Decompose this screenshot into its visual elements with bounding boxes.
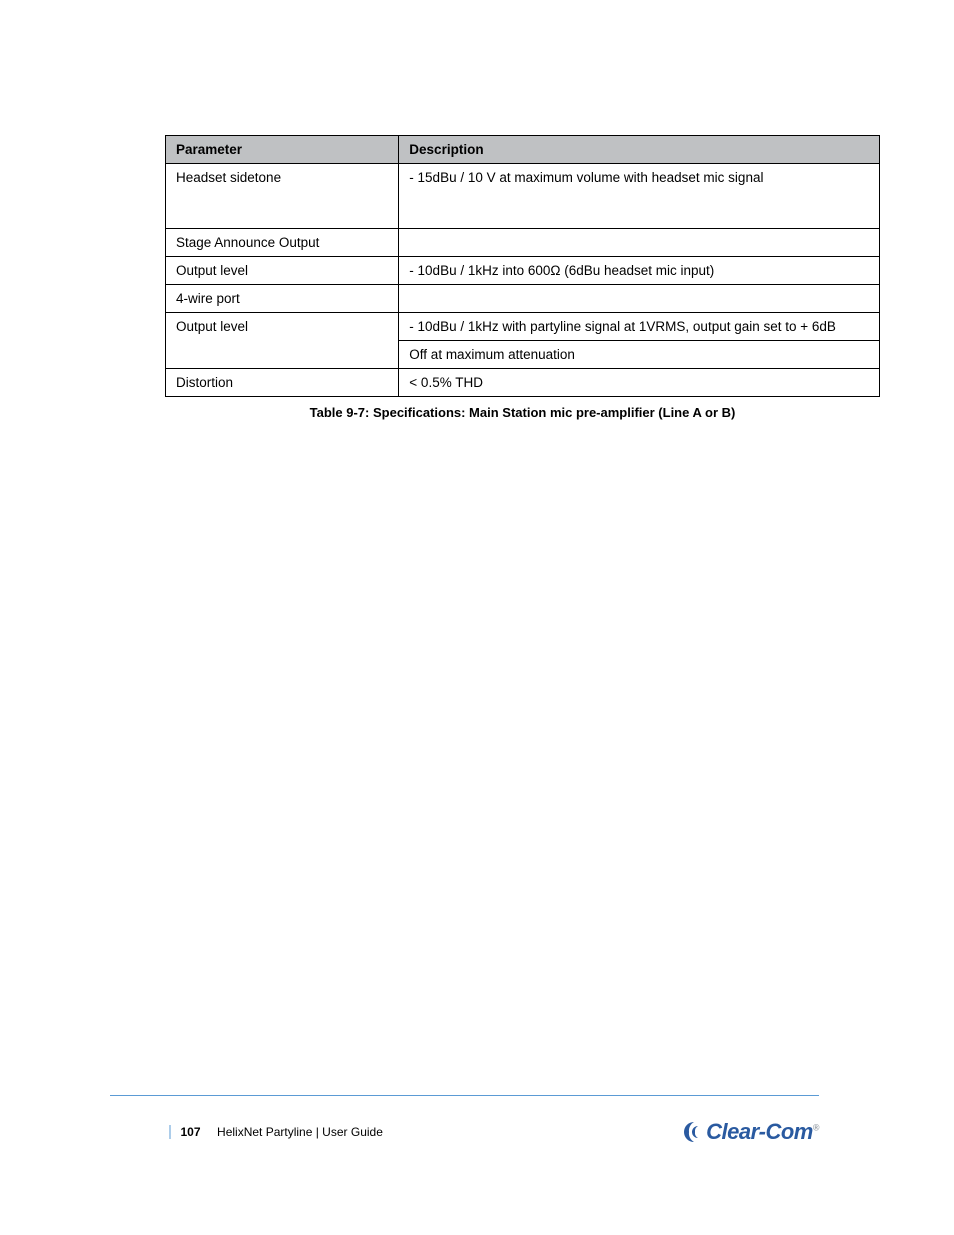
content-block: Parameter Description Headset sidetone -…	[170, 135, 870, 420]
table-row: Output level - 10dBu / 1kHz into 600Ω (6…	[166, 257, 880, 285]
logo-text: Clear-Com®	[706, 1121, 819, 1143]
cell-description: - 10dBu / 1kHz into 600Ω (6dBu headset m…	[399, 257, 880, 285]
page-root: Parameter Description Headset sidetone -…	[0, 0, 954, 1235]
page-number: 107	[170, 1125, 211, 1139]
cell-parameter: Headset sidetone	[166, 164, 399, 229]
table-caption: Table 9-7: Specifications: Main Station …	[165, 405, 880, 420]
cell-description: Off at maximum attenuation	[399, 341, 880, 369]
trademark-icon: ®	[813, 1123, 819, 1133]
table-row: 4-wire port	[166, 285, 880, 313]
cell-description: - 10dBu / 1kHz with partyline signal at …	[399, 313, 880, 341]
col-header-parameter: Parameter	[166, 136, 399, 164]
logo-brand-name: Clear-Com	[706, 1119, 813, 1144]
footer-left: 107 HelixNet Partyline | User Guide	[170, 1125, 383, 1139]
cell-description: < 0.5% THD	[399, 369, 880, 397]
page-rule	[110, 1095, 819, 1096]
cell-parameter: Output level	[166, 257, 399, 285]
logo-mark-icon	[680, 1120, 700, 1144]
table-row: Headset sidetone - 15dBu / 10 V at maxim…	[166, 164, 880, 229]
table-row: Output level - 10dBu / 1kHz with partyli…	[166, 313, 880, 341]
cell-parameter: Stage Announce Output	[166, 229, 399, 257]
brand-logo: Clear-Com®	[680, 1120, 819, 1144]
cell-description: - 15dBu / 10 V at maximum volume with he…	[399, 164, 880, 229]
cell-description	[399, 285, 880, 313]
table-row: Distortion < 0.5% THD	[166, 369, 880, 397]
page-footer: 107 HelixNet Partyline | User Guide Clea…	[170, 1120, 819, 1144]
table-row: Stage Announce Output	[166, 229, 880, 257]
col-header-description: Description	[399, 136, 880, 164]
cell-parameter: Distortion	[166, 369, 399, 397]
cell-description	[399, 229, 880, 257]
cell-parameter: 4-wire port	[166, 285, 399, 313]
doc-title: HelixNet Partyline | User Guide	[211, 1125, 383, 1139]
spec-table: Parameter Description Headset sidetone -…	[165, 135, 880, 397]
table-header-row: Parameter Description	[166, 136, 880, 164]
cell-parameter: Output level	[166, 313, 399, 369]
